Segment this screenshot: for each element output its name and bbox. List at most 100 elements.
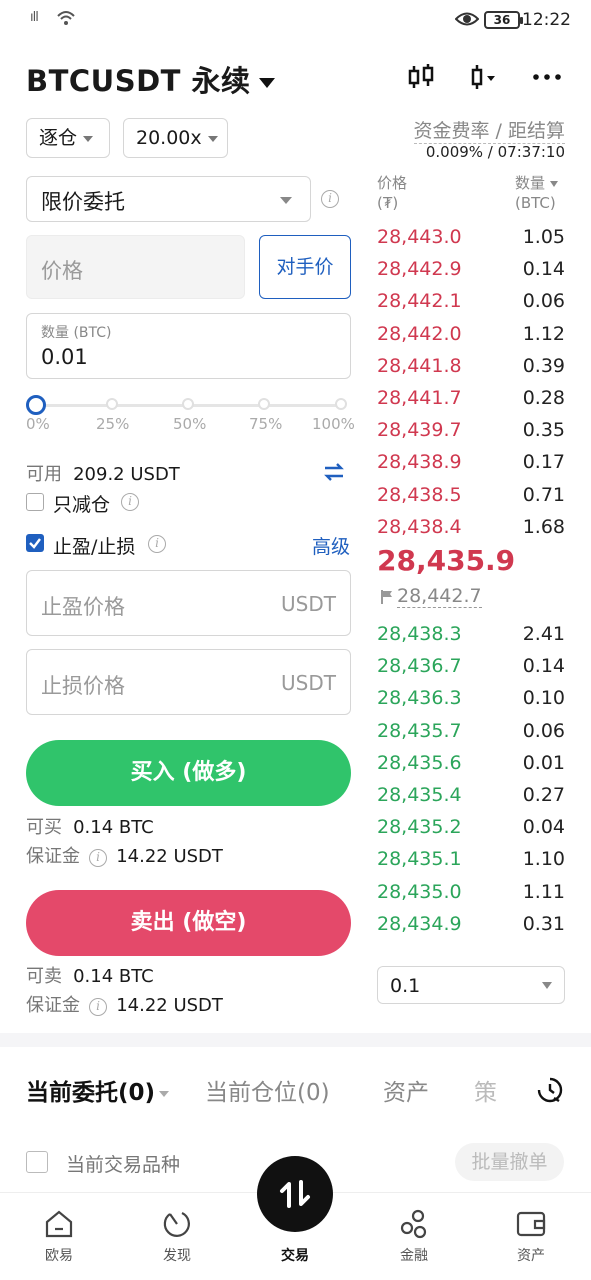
bid-row[interactable]: 28,435.1 1.10 <box>377 848 565 880</box>
tab-positions[interactable]: 当前仓位(0) <box>205 1073 330 1107</box>
ask-row[interactable]: 28,443.0 1.05 <box>377 226 565 258</box>
buy-long-button[interactable]: 买入 (做多) <box>26 740 351 806</box>
current-symbol-checkbox[interactable] <box>26 1151 48 1173</box>
bid-row[interactable]: 28,435.7 0.06 <box>377 720 565 752</box>
nav-label-trade[interactable]: 交易 <box>255 1245 335 1265</box>
more-icon[interactable] <box>530 60 564 94</box>
nav-label-assets[interactable]: 资产 <box>491 1245 571 1265</box>
ask-row[interactable]: 28,438.5 0.71 <box>377 484 565 516</box>
bid-row[interactable]: 28,435.2 0.04 <box>377 816 565 848</box>
nav-label-finance[interactable]: 金融 <box>374 1245 454 1265</box>
info-icon[interactable]: i <box>121 493 139 511</box>
slider-tick-75[interactable] <box>258 398 270 410</box>
sl-placeholder: 止损价格 <box>41 674 125 698</box>
ask-row[interactable]: 28,441.7 0.28 <box>377 387 565 419</box>
nav-label-discover[interactable]: 发现 <box>137 1245 217 1265</box>
ask-row[interactable]: 28,442.9 0.14 <box>377 258 565 290</box>
sl-unit: USDT <box>281 671 336 695</box>
order-type-label: 限价委托 <box>41 190 125 214</box>
stop-loss-input[interactable]: 止损价格 USDT <box>26 649 351 715</box>
last-price[interactable]: 28,435.9 <box>377 544 515 577</box>
clock: 12:22 <box>522 10 571 30</box>
bid-row[interactable]: 28,435.6 0.01 <box>377 752 565 784</box>
ask-row[interactable]: 28,441.8 0.39 <box>377 355 565 387</box>
counterparty-price-button[interactable]: 对手价 <box>259 235 351 299</box>
bid-qty: 0.06 <box>522 719 565 742</box>
transfer-icon[interactable] <box>323 462 345 482</box>
price-input[interactable]: 价格 <box>26 235 245 299</box>
eye-icon <box>455 12 479 26</box>
chevron-down-icon <box>280 197 292 204</box>
margin-label: 保证金 <box>26 846 80 867</box>
ask-price: 28,439.7 <box>377 419 462 442</box>
advanced-link[interactable]: 高级 <box>312 532 350 559</box>
ask-row[interactable]: 28,438.9 0.17 <box>377 451 565 483</box>
bid-row[interactable]: 28,436.7 0.14 <box>377 655 565 687</box>
bid-price: 28,435.6 <box>377 751 462 774</box>
ob-qty-unit: (BTC) <box>515 194 556 212</box>
ask-price: 28,441.7 <box>377 387 462 409</box>
tpsl-label: 止盈/止损 <box>53 536 136 558</box>
bid-row[interactable]: 28,435.4 0.27 <box>377 784 565 816</box>
slider-tick-100[interactable] <box>335 398 347 410</box>
candlestick-chart-icon[interactable] <box>404 60 438 94</box>
finance-icon[interactable] <box>398 1208 430 1240</box>
reduce-only-checkbox[interactable] <box>26 493 44 511</box>
bid-qty: 0.14 <box>522 655 565 678</box>
ob-qty-header[interactable]: 数量 <box>515 172 558 193</box>
discover-icon[interactable] <box>161 1208 193 1240</box>
margin-mode-select[interactable]: 逐仓 <box>26 118 110 158</box>
bid-row[interactable]: 28,438.3 2.41 <box>377 623 565 655</box>
funding-rate-label[interactable]: 资金费率 / 距结算 <box>413 116 565 144</box>
info-icon[interactable]: i <box>89 998 108 1016</box>
cancel-all-button[interactable]: 批量撤单 <box>455 1143 564 1181</box>
ask-row[interactable]: 28,439.7 0.35 <box>377 419 565 451</box>
nav-label-home[interactable]: 欧易 <box>19 1245 99 1265</box>
tab-open-orders[interactable]: 当前委托(0) <box>26 1073 170 1107</box>
slider-tick-50[interactable] <box>182 398 194 410</box>
ask-row[interactable]: 28,442.1 0.06 <box>377 290 565 322</box>
tab-strategy[interactable]: 策 <box>474 1073 497 1107</box>
sell-margin: 保证金 i 14.22 USDT <box>26 991 223 1017</box>
tpsl-checkbox[interactable] <box>26 534 44 552</box>
info-icon[interactable]: i <box>321 190 339 208</box>
home-icon[interactable] <box>43 1208 75 1240</box>
ask-qty: 1.12 <box>522 322 565 345</box>
take-profit-input[interactable]: 止盈价格 USDT <box>26 570 351 636</box>
history-clock-icon[interactable] <box>536 1076 564 1104</box>
symbol-selector[interactable]: BTCUSDT 永续 <box>26 58 275 100</box>
wallet-icon[interactable] <box>515 1208 547 1240</box>
bid-row[interactable]: 28,434.9 0.31 <box>377 913 565 945</box>
ob-price-unit: (₮) <box>377 194 399 212</box>
trade-fab[interactable] <box>257 1156 333 1232</box>
leverage-select[interactable]: 20.00x <box>123 118 228 158</box>
quantity-input[interactable]: 数量 (BTC) 0.01 <box>26 313 351 379</box>
tab-assets[interactable]: 资产 <box>383 1073 429 1107</box>
leverage-label: 20.00x <box>136 127 202 149</box>
mark-price[interactable]: 28,442.7 <box>397 585 482 608</box>
symbol-title: BTCUSDT 永续 <box>26 64 251 98</box>
ask-row[interactable]: 28,442.0 1.12 <box>377 323 565 355</box>
sell-available: 可卖 0.14 BTC <box>26 962 154 988</box>
bid-qty: 2.41 <box>522 623 565 645</box>
depth-select[interactable]: 0.1 <box>377 966 565 1004</box>
funding-rate-value: 0.009% / 07:37:10 <box>425 143 565 161</box>
bid-row[interactable]: 28,436.3 0.10 <box>377 687 565 719</box>
sell-can-label: 可卖 <box>26 966 62 987</box>
ask-price: 28,442.0 <box>377 322 462 345</box>
chart-type-dropdown-icon[interactable] <box>466 60 500 94</box>
info-icon[interactable]: i <box>89 849 108 867</box>
sell-short-button[interactable]: 卖出 (做空) <box>26 890 351 956</box>
flag-icon <box>381 590 392 604</box>
slider-handle[interactable] <box>26 395 46 415</box>
bid-price: 28,435.7 <box>377 719 462 742</box>
info-icon[interactable]: i <box>148 535 166 553</box>
ask-row[interactable]: 28,438.4 1.68 <box>377 516 565 548</box>
order-type-select[interactable]: 限价委托 <box>26 176 311 222</box>
ask-qty: 0.17 <box>522 451 565 474</box>
slider-tick-25[interactable] <box>106 398 118 410</box>
slider-mark-label: 100% <box>312 415 355 433</box>
check-icon <box>29 538 41 549</box>
bid-row[interactable]: 28,435.0 1.11 <box>377 881 565 913</box>
ob-qty-header-label: 数量 <box>515 174 546 192</box>
